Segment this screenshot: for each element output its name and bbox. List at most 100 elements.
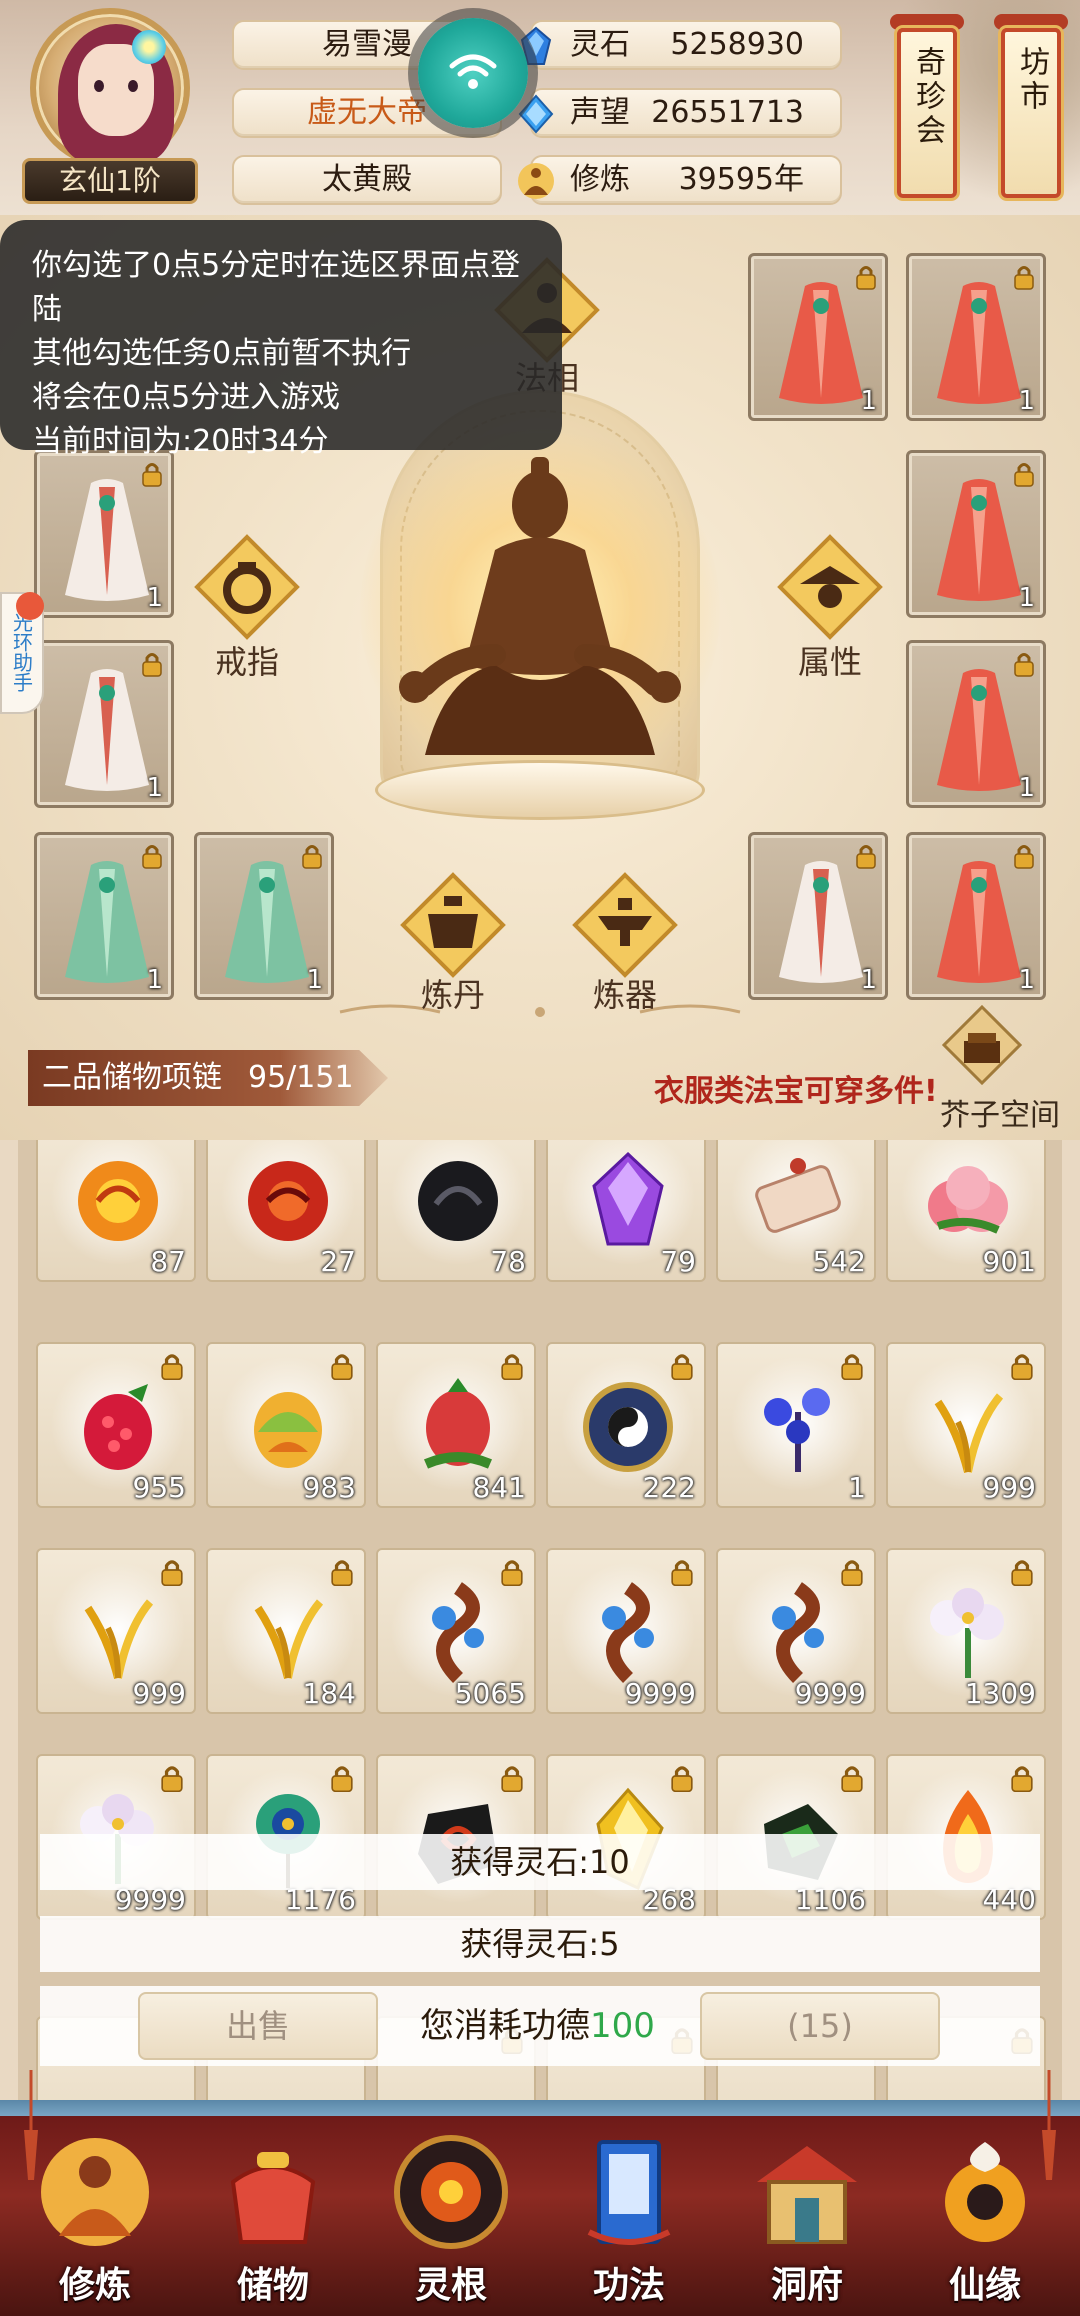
inventory-item[interactable]: 9999 [716,1548,876,1714]
lock-icon [855,843,877,869]
lock-icon [840,1558,864,1587]
forging-button[interactable]: 炼器 [570,870,680,1014]
lock-icon [500,1352,524,1381]
inventory-item[interactable]: 79 [546,1140,706,1282]
lock-icon [330,1352,354,1381]
nav-label: 功法 [592,2265,665,2306]
alchemy-button[interactable]: 炼丹 [398,870,508,1014]
dragon-vine-icon [432,1582,484,1683]
sell-button[interactable]: 出售 [138,1992,378,2060]
inventory-item[interactable]: 1 [716,1342,876,1508]
inventory-item[interactable]: 9999 [546,1548,706,1714]
inventory-item[interactable]: 184 [206,1548,366,1714]
avatar-eye [94,80,104,92]
item-quantity: 79 [660,1245,696,1278]
lock-icon [840,1352,864,1381]
white-lily-icon [930,1588,1004,1678]
rank-badge: 玄仙1阶 [22,158,198,204]
item-quantity: 1 [848,1471,866,1504]
ring-label: 戒指 [214,643,279,681]
cultivate-icon [41,2138,149,2246]
slot-quantity: 1 [1018,583,1035,613]
inventory-actions: 出售 您消耗功德100 (15) [40,1986,1040,2066]
merit-consume-value: 100 [590,2006,655,2046]
merit-consume-text: 您消耗功德100 [420,1986,655,2066]
inventory-item[interactable]: 999 [886,1342,1046,1508]
equipment-slot[interactable]: 1 [906,640,1046,808]
equipment-slot[interactable]: 1 [906,253,1046,421]
equipment-slot[interactable]: 1 [34,832,174,1000]
inventory-item[interactable]: 5065 [376,1548,536,1714]
clothing-hint: 衣服类法宝可穿多件! [654,1074,938,1109]
spirit-root-icon [394,2135,508,2249]
notice-line: 其他勾选任务0点前暂不执行 [32,336,412,371]
lock-icon [840,1764,864,1793]
attributes-button[interactable]: 属性 [775,532,885,681]
lock-icon [670,1352,694,1381]
inventory-item[interactable]: 999 [36,1548,196,1714]
equipment-slot[interactable]: 1 [34,450,174,618]
inventory-item[interactable]: 27 [206,1140,366,1282]
meditating-figure-silhouette [399,457,681,755]
top-bar: 玄仙1阶 易雪漫 虚无大帝 太黄殿 灵石 5258930 声望 26551713… [0,0,1080,215]
inventory-item[interactable]: 222 [546,1342,706,1508]
equipment-slot[interactable]: 1 [906,832,1046,1000]
storage-capacity-bar: 二品储物项链 95/151 [28,1050,388,1106]
reputation-label: 声望 [570,95,630,130]
lock-icon [141,651,163,677]
gold-grass-icon [84,1599,154,1679]
reputation-icon [518,94,554,134]
nav-storage-bag[interactable]: 储物 [188,2116,358,2316]
inventory-item[interactable]: 78 [376,1140,536,1282]
inventory-item[interactable]: 87 [36,1140,196,1282]
lock-icon [160,1558,184,1587]
ring-icon [194,534,300,640]
assistant-side-label: 光环助手 [9,612,34,692]
tassel-ornament [24,2070,38,2180]
bottom-frame-trim [0,2100,1080,2116]
slot-quantity: 1 [1018,386,1035,416]
mustard-space-icon[interactable] [942,1005,1022,1085]
item-quantity: 27 [320,1245,356,1278]
gold-grass-icon [254,1599,324,1679]
lock-icon [141,843,163,869]
equipment-slot[interactable]: 1 [748,832,888,1000]
nav-label: 修炼 [58,2265,131,2306]
item-quantity: 542 [812,1245,866,1278]
lock-icon [500,1764,524,1793]
equipment-slot[interactable]: 1 [748,253,888,421]
storage-name: 二品储物项链 [42,1060,222,1095]
treasure-fair-button[interactable]: 奇珍会 [897,28,957,198]
nav-label: 仙缘 [948,2265,1021,2306]
robe-icon [937,669,1021,791]
blue-flower-icon [764,1388,830,1472]
nav-cave-dwelling[interactable]: 洞府 [722,2116,892,2316]
reward-toast: 获得灵石:10 [40,1834,1040,1890]
equipment-slot[interactable]: 1 [34,640,174,808]
nav-spirit-root[interactable]: 灵根 [366,2116,536,2316]
slot-quantity: 1 [1018,773,1035,803]
player-sect-pill: 太黄殿 [232,155,502,205]
mustard-space-label[interactable]: 芥子空间 [940,1090,1060,1134]
nav-label: 储物 [236,2265,309,2306]
notification-dot [16,592,44,620]
equipment-slot[interactable]: 1 [906,450,1046,618]
storage-count: 95/151 [248,1060,354,1095]
equipment-slot[interactable]: 1 [194,832,334,1000]
inventory-item[interactable]: 901 [886,1140,1046,1282]
count-button[interactable]: (15) [700,1992,940,2060]
market-button[interactable]: 坊市 [1001,28,1061,198]
nav-technique-book[interactable]: 功法 [544,2116,714,2316]
inventory-item[interactable]: 542 [716,1140,876,1282]
inventory-item[interactable]: 983 [206,1342,366,1508]
market-label: 坊市 [1014,46,1049,114]
ring-button[interactable]: 戒指 [192,532,302,681]
floating-wifi-button[interactable] [418,18,528,128]
inventory-item[interactable]: 955 [36,1342,196,1508]
inventory-item[interactable]: 841 [376,1342,536,1508]
avatar[interactable] [30,8,190,168]
purple-crystal-icon [592,1151,664,1246]
slot-quantity: 1 [146,773,163,803]
inventory-item[interactable]: 1309 [886,1548,1046,1714]
spirit-stone-label: 灵石 [570,27,630,62]
